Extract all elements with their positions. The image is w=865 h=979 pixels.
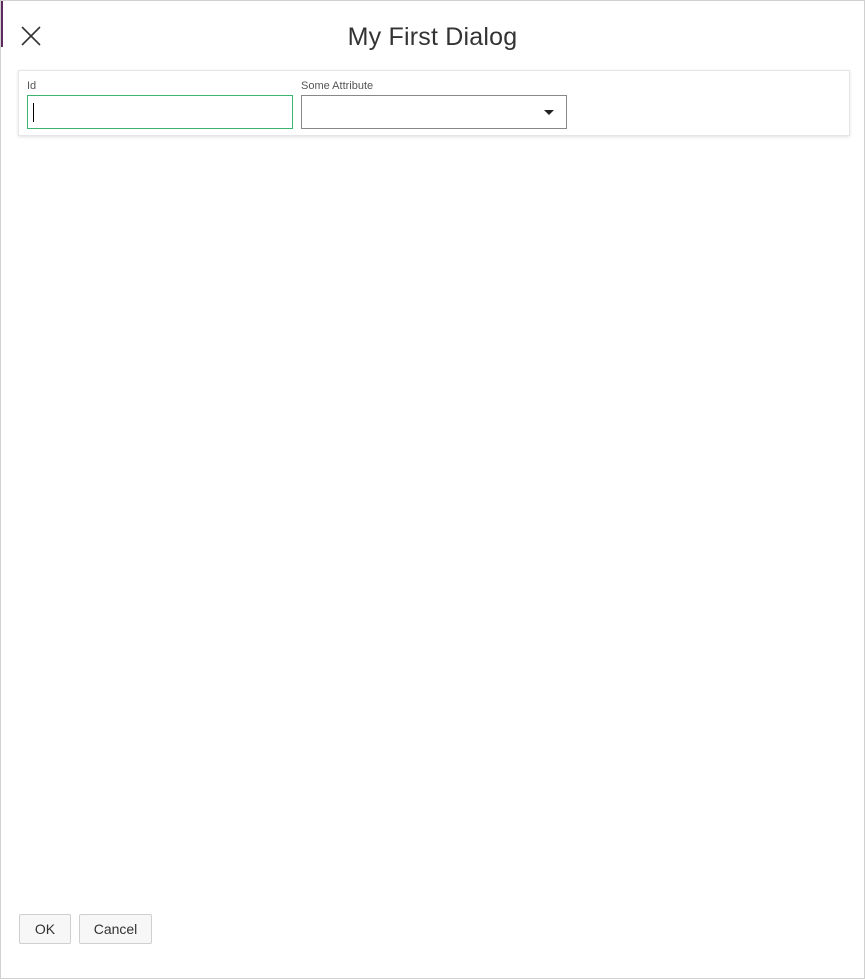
- id-field-group: Id: [27, 79, 293, 129]
- id-input[interactable]: [27, 95, 293, 129]
- text-cursor: [33, 103, 34, 122]
- dialog-title: My First Dialog: [347, 23, 518, 51]
- id-field-label: Id: [27, 80, 37, 92]
- caret-down-icon: [544, 110, 554, 115]
- some-attribute-label: Some Attribute: [301, 80, 374, 92]
- dialog-window: My First Dialog Id Some Attribute OK Can…: [0, 0, 865, 979]
- some-attribute-field-group: Some Attribute: [301, 79, 567, 129]
- form-panel: Id Some Attribute: [18, 70, 850, 136]
- cancel-button[interactable]: Cancel: [79, 914, 152, 944]
- ok-button[interactable]: OK: [19, 914, 71, 944]
- some-attribute-dropdown[interactable]: [301, 95, 567, 129]
